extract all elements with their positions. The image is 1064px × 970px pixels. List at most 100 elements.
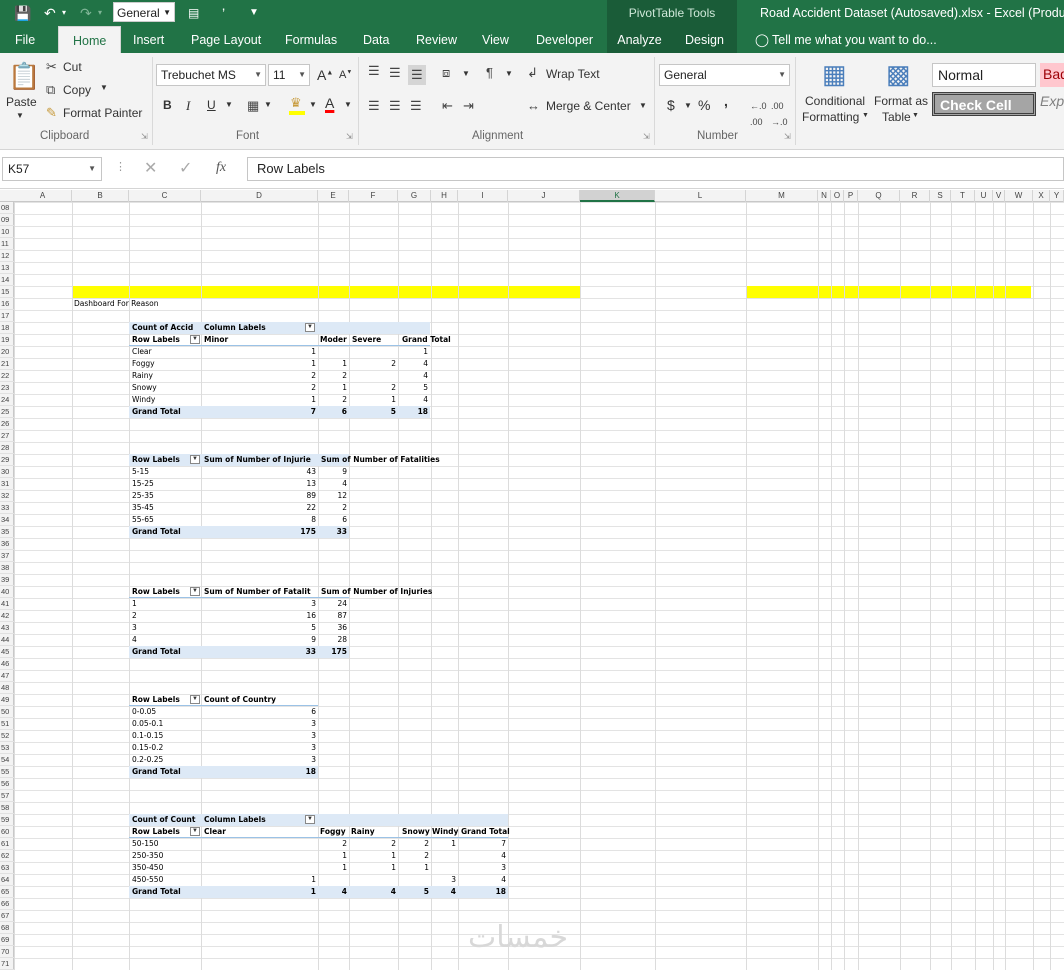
qat-number-format-box[interactable]: General ▼	[113, 2, 175, 22]
align-center-icon[interactable]: ☰	[389, 98, 401, 114]
align-middle-icon[interactable]: ☰	[389, 65, 401, 81]
column-header-f[interactable]: F	[349, 190, 398, 202]
row-header-43[interactable]: 43	[0, 622, 14, 634]
row-header-16[interactable]: 16	[0, 298, 14, 310]
redo-icon[interactable]: ↷	[80, 3, 92, 23]
row-header-61[interactable]: 61	[0, 838, 14, 850]
row-header-36[interactable]: 36	[0, 538, 14, 550]
row-header-15[interactable]: 15	[0, 286, 14, 298]
row-header-09[interactable]: 09	[0, 214, 14, 226]
column-header-s[interactable]: S	[930, 190, 951, 202]
paste-button[interactable]: Paste	[6, 95, 37, 109]
row-header-27[interactable]: 27	[0, 430, 14, 442]
align-top-icon[interactable]: ☰	[368, 63, 380, 79]
row-header-59[interactable]: 59	[0, 814, 14, 826]
row-header-12[interactable]: 12	[0, 250, 14, 262]
pivot4-row-filter-button[interactable]: ▼	[190, 695, 200, 704]
column-header-r[interactable]: R	[900, 190, 930, 202]
row-header-41[interactable]: 41	[0, 598, 14, 610]
pivot5-row-filter-button[interactable]: ▼	[190, 827, 200, 836]
column-header-l[interactable]: L	[655, 190, 746, 202]
row-header-17[interactable]: 17	[0, 310, 14, 322]
worksheet-grid[interactable]: Dashboard For Reason Count of Accid Colum…	[14, 202, 1064, 970]
italic-button[interactable]: I	[186, 98, 190, 114]
column-header-b[interactable]: B	[72, 190, 129, 202]
row-header-68[interactable]: 68	[0, 922, 14, 934]
row-header-67[interactable]: 67	[0, 910, 14, 922]
undo-dropdown-icon[interactable]: ▾	[62, 3, 66, 23]
conditional-formatting-icon[interactable]: ▦	[822, 59, 847, 89]
style-normal[interactable]: Normal	[932, 63, 1036, 87]
conditional-formatting-dropdown-icon[interactable]: ▼	[862, 112, 869, 119]
row-header-23[interactable]: 23	[0, 382, 14, 394]
row-header-57[interactable]: 57	[0, 790, 14, 802]
tab-file[interactable]: File	[15, 26, 35, 53]
apostrophe-icon[interactable]: ’	[222, 3, 225, 23]
style-check-cell[interactable]: Check Cell	[932, 92, 1036, 116]
row-header-31[interactable]: 31	[0, 478, 14, 490]
row-header-35[interactable]: 35	[0, 526, 14, 538]
row-header-63[interactable]: 63	[0, 862, 14, 874]
column-header-a[interactable]: A	[14, 190, 72, 202]
cut-button[interactable]: Cut	[63, 60, 82, 74]
underline-dropdown-icon[interactable]: ▼	[225, 100, 233, 109]
row-header-30[interactable]: 30	[0, 466, 14, 478]
pivot1-column-filter-button[interactable]: ▼	[305, 323, 315, 332]
decrease-font-icon[interactable]: A▼	[339, 69, 352, 81]
row-header-34[interactable]: 34	[0, 514, 14, 526]
row-header-56[interactable]: 56	[0, 778, 14, 790]
column-header-w[interactable]: W	[1005, 190, 1033, 202]
format-as-table-label-2[interactable]: Table	[882, 110, 911, 124]
rtl-icon[interactable]: ¶	[486, 65, 493, 81]
row-header-50[interactable]: 50	[0, 706, 14, 718]
tab-review[interactable]: Review	[416, 26, 457, 53]
bold-button[interactable]: B	[163, 98, 172, 112]
tab-insert[interactable]: Insert	[133, 26, 164, 53]
tell-me-search[interactable]: Tell me what you want to do...	[772, 26, 937, 53]
paste-icon[interactable]: 📋	[8, 61, 40, 91]
currency-button[interactable]: $	[667, 97, 675, 113]
format-as-table-dropdown-icon[interactable]: ▼	[912, 112, 919, 119]
borders-icon[interactable]: ▦	[247, 98, 259, 114]
align-right-icon[interactable]: ☰	[410, 98, 422, 114]
form-icon[interactable]: ▤	[188, 3, 199, 23]
copy-button[interactable]: Copy	[63, 83, 91, 97]
row-header-62[interactable]: 62	[0, 850, 14, 862]
row-header-26[interactable]: 26	[0, 418, 14, 430]
column-header-k[interactable]: K	[580, 190, 655, 202]
row-header-71[interactable]: 71	[0, 958, 14, 970]
column-header-e[interactable]: E	[318, 190, 349, 202]
row-header-08[interactable]: 08	[0, 202, 14, 214]
currency-dropdown-icon[interactable]: ▼	[684, 101, 692, 110]
row-header-48[interactable]: 48	[0, 682, 14, 694]
row-header-32[interactable]: 32	[0, 490, 14, 502]
row-header-38[interactable]: 38	[0, 562, 14, 574]
rtl-dropdown-icon[interactable]: ▼	[505, 69, 513, 78]
row-header-18[interactable]: 18	[0, 322, 14, 334]
dialog-launcher-icon[interactable]: ⇲	[346, 132, 353, 141]
row-header-29[interactable]: 29	[0, 454, 14, 466]
undo-icon[interactable]: ↶	[44, 3, 56, 23]
underline-button[interactable]: U	[207, 98, 216, 112]
tab-view[interactable]: View	[482, 26, 509, 53]
row-header-28[interactable]: 28	[0, 442, 14, 454]
row-header-13[interactable]: 13	[0, 262, 14, 274]
pivot2-row-filter-button[interactable]: ▼	[190, 455, 200, 464]
row-header-60[interactable]: 60	[0, 826, 14, 838]
comma-button[interactable]: ,	[724, 93, 728, 109]
font-name-box[interactable]: Trebuchet MS ▼	[156, 64, 266, 86]
column-header-i[interactable]: I	[458, 190, 508, 202]
row-header-37[interactable]: 37	[0, 550, 14, 562]
column-header-y[interactable]: Y	[1050, 190, 1064, 202]
row-header-65[interactable]: 65	[0, 886, 14, 898]
increase-font-icon[interactable]: A▲	[317, 67, 333, 83]
row-header-53[interactable]: 53	[0, 742, 14, 754]
column-header-q[interactable]: Q	[858, 190, 900, 202]
row-header-45[interactable]: 45	[0, 646, 14, 658]
copy-dropdown-icon[interactable]: ▼	[100, 83, 108, 92]
increase-decimal-icon[interactable]: ←.0.00	[750, 98, 767, 130]
row-header-46[interactable]: 46	[0, 658, 14, 670]
merge-dropdown-icon[interactable]: ▼	[639, 101, 647, 110]
orientation-icon[interactable]: ⧈	[442, 65, 450, 81]
row-header-44[interactable]: 44	[0, 634, 14, 646]
